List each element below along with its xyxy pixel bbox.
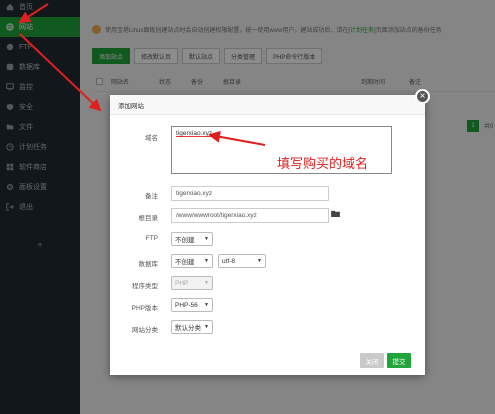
submit-button[interactable]: 提交	[387, 353, 411, 368]
charset-select[interactable]: utf-8 ▼	[218, 254, 266, 268]
database-select-value: 不创建	[175, 259, 195, 266]
php-version-value: PHP-56	[175, 301, 198, 309]
program-type-value: PHP	[175, 279, 189, 287]
remark-input[interactable]: tigerxiao.xyz	[171, 186, 329, 201]
database-select[interactable]: 不创建 ▼	[171, 254, 213, 268]
ftp-label: FTP	[145, 235, 158, 242]
ftp-select-value: 不创建	[175, 237, 195, 244]
chevron-down-icon: ▼	[204, 280, 209, 286]
site-category-select[interactable]: 默认分类 ▼	[171, 320, 213, 334]
site-category-label: 网站分类	[132, 327, 158, 334]
php-version-label: PHP版本	[131, 305, 158, 312]
add-site-modal: 添加网站 × 域名 tigerxiao.xyz 填写购买的域名 备注 tiger…	[110, 89, 430, 375]
domain-value: tigerxiao.xyz	[176, 130, 213, 137]
php-version-select[interactable]: PHP-56 ▼	[171, 298, 213, 312]
modal-title: 添加网站	[110, 95, 425, 115]
remark-label: 备注	[145, 193, 158, 200]
database-label: 数据库	[138, 261, 159, 268]
charset-select-value: utf-8	[222, 257, 236, 265]
cancel-button[interactable]: 关闭	[360, 353, 384, 368]
chevron-down-icon: ▼	[204, 258, 209, 264]
annotation-text: 填写购买的域名	[277, 157, 369, 172]
ftp-select[interactable]: 不创建 ▼	[171, 232, 213, 246]
close-icon[interactable]: ×	[415, 89, 430, 104]
chevron-down-icon: ▼	[204, 236, 209, 242]
root-input[interactable]: /www/wwwroot/tigerxiao.xyz	[171, 208, 329, 223]
folder-icon[interactable]	[331, 210, 340, 217]
chevron-down-icon: ▼	[204, 324, 209, 330]
chevron-down-icon: ▼	[204, 302, 209, 308]
site-category-value: 默认分类	[175, 325, 201, 332]
program-type-label: 程序类型	[132, 283, 158, 290]
program-type-select: PHP ▼	[171, 276, 213, 290]
chevron-down-icon: ▼	[257, 258, 262, 264]
domain-label: 域名	[145, 135, 158, 142]
root-label: 根目录	[138, 215, 159, 222]
